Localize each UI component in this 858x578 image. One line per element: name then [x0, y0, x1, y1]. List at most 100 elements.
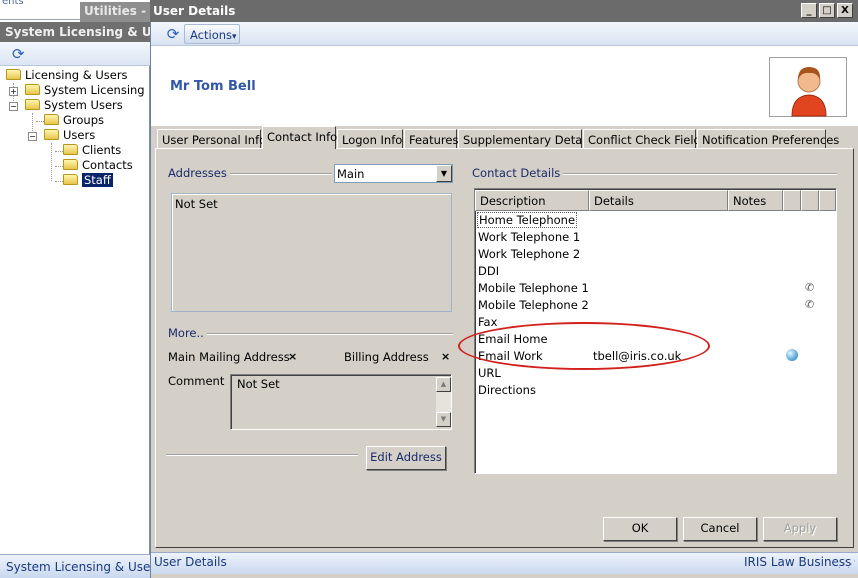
row-description: Work Telephone 1: [478, 230, 581, 244]
tab-features[interactable]: Features: [404, 129, 458, 149]
tab-conflict-check-fields[interactable]: Conflict Check Fields: [583, 129, 707, 149]
address-text: Not Set: [175, 197, 218, 211]
column-header-details[interactable]: Details: [589, 190, 728, 211]
column-header-extra-2[interactable]: [801, 190, 819, 211]
group-divider: [166, 454, 358, 456]
tree-item-staff[interactable]: Staff: [63, 173, 113, 188]
row-description: Mobile Telephone 2: [478, 298, 589, 312]
actions-menu-button[interactable]: Actions▾: [184, 24, 240, 44]
apply-button[interactable]: Apply: [763, 517, 837, 541]
comment-scrollbar-track[interactable]: [436, 392, 451, 412]
row-description: Directions: [478, 383, 536, 397]
addresses-group-label: Addresses: [166, 166, 230, 180]
tree-connector: [55, 166, 63, 167]
more-group-label: More..: [166, 326, 207, 340]
tree-item-system-licensing[interactable]: System Licensing: [25, 83, 145, 98]
tree-item-label: System Users: [44, 98, 123, 112]
ok-button[interactable]: OK: [603, 517, 677, 541]
minimize-button[interactable]: _: [801, 3, 817, 18]
header-area: [151, 46, 858, 126]
row-description: Mobile Telephone 1: [478, 281, 589, 295]
tree-connector: [51, 143, 52, 181]
phone-icon[interactable]: ✆: [805, 281, 814, 294]
folder-icon: [63, 144, 78, 155]
billing-address-label: Billing Address: [344, 350, 429, 364]
main-mailing-address-label: Main Mailing Address: [168, 350, 290, 364]
tree-item-contacts[interactable]: Contacts: [63, 158, 133, 173]
column-header-extra-1[interactable]: [783, 190, 801, 211]
contact-details-group-label: Contact Details: [470, 166, 564, 180]
tab-notification-preferences[interactable]: Notification Preferences: [697, 129, 839, 149]
email-icon[interactable]: [786, 349, 798, 361]
tree-item-clients[interactable]: Clients: [63, 143, 121, 158]
user-avatar-icon: [769, 57, 847, 117]
table-row[interactable]: DDI: [476, 263, 836, 280]
tree-connector: [36, 121, 44, 122]
left-panel-status[interactable]: System Licensing & Users: [0, 554, 162, 578]
utilities-window-title[interactable]: Utilities - IF: [80, 2, 160, 22]
edit-address-button[interactable]: Edit Address: [366, 446, 446, 470]
folder-icon: [25, 99, 40, 110]
table-row[interactable]: Directions: [476, 382, 836, 399]
resize-grip-icon[interactable]: ⋰⋰: [838, 560, 856, 572]
group-divider: [553, 173, 837, 175]
row-description: Work Telephone 2: [478, 247, 581, 261]
table-row[interactable]: Work Telephone 1: [476, 229, 836, 246]
tab-logon-info[interactable]: Logon Info: [337, 129, 403, 149]
tree-expand-icon[interactable]: +: [9, 87, 18, 96]
highlight-annotation-ellipse: [458, 322, 710, 370]
status-bar-left-text: User Details: [154, 555, 227, 569]
column-header-extra-3[interactable]: [819, 190, 836, 211]
billing-address-value: ×: [441, 350, 451, 363]
window-title: User Details: [153, 4, 236, 18]
column-header-description[interactable]: Description: [475, 190, 589, 211]
row-description: Home Telephone: [477, 212, 578, 228]
background-window-text: ents: [2, 0, 24, 7]
tree-item-label: Groups: [63, 113, 105, 127]
user-name-heading: Mr Tom Bell: [170, 79, 256, 94]
table-row[interactable]: Home Telephone: [476, 212, 836, 229]
address-type-value: Main: [337, 167, 365, 181]
cancel-button[interactable]: Cancel: [683, 517, 757, 541]
address-type-select[interactable]: Main ▼: [334, 164, 453, 183]
table-row[interactable]: Mobile Telephone 1 ✆: [476, 280, 836, 297]
tree-item-system-users[interactable]: System Users: [25, 98, 123, 113]
folder-icon: [44, 129, 59, 140]
folder-icon: [25, 84, 40, 95]
row-description: DDI: [478, 264, 500, 278]
tree-item-groups[interactable]: Groups: [44, 113, 104, 128]
tab-user-personal-info[interactable]: User Personal Info: [157, 129, 266, 149]
row-description: URL: [478, 366, 501, 380]
phone-icon[interactable]: ✆: [805, 298, 814, 311]
tree-item-users[interactable]: Users: [44, 128, 95, 143]
tree-collapse-icon[interactable]: −: [9, 102, 18, 111]
folder-icon: [63, 159, 78, 170]
row-description: Fax: [478, 315, 498, 329]
tree-item-label: Licensing & Users: [25, 68, 128, 82]
tree-collapse-icon[interactable]: −: [28, 132, 37, 141]
tree-connector: [55, 181, 63, 182]
tree-item-licensing-users[interactable]: Licensing & Users: [6, 68, 128, 83]
close-button[interactable]: X: [837, 3, 853, 18]
tab-supplementary-details[interactable]: Supplementary Details: [458, 129, 595, 149]
comment-label: Comment: [168, 374, 225, 388]
folder-icon: [63, 174, 78, 185]
scroll-up-button[interactable]: ▲: [436, 377, 451, 392]
tree-item-label: Contacts: [82, 158, 133, 172]
tree-item-label: System Licensing: [44, 83, 145, 97]
left-panel-title: System Licensing & Users: [0, 22, 150, 42]
refresh-icon[interactable]: ⟳: [163, 25, 183, 43]
chevron-down-icon[interactable]: ▼: [436, 165, 452, 182]
maximize-button[interactable]: □: [819, 3, 835, 18]
window-title-bar[interactable]: User Details: [150, 0, 858, 22]
table-row[interactable]: Mobile Telephone 2 ✆: [476, 297, 836, 314]
scroll-down-button[interactable]: ▼: [436, 412, 451, 427]
folder-icon: [6, 69, 21, 80]
group-divider: [226, 173, 332, 175]
column-header-notes[interactable]: Notes: [728, 190, 783, 211]
refresh-icon[interactable]: ⟳: [12, 46, 30, 62]
tab-contact-info[interactable]: Contact Info: [262, 126, 337, 149]
status-bar-right-text: IRIS Law Business: [744, 555, 852, 569]
table-row[interactable]: Work Telephone 2: [476, 246, 836, 263]
comment-value: Not Set: [237, 377, 280, 391]
